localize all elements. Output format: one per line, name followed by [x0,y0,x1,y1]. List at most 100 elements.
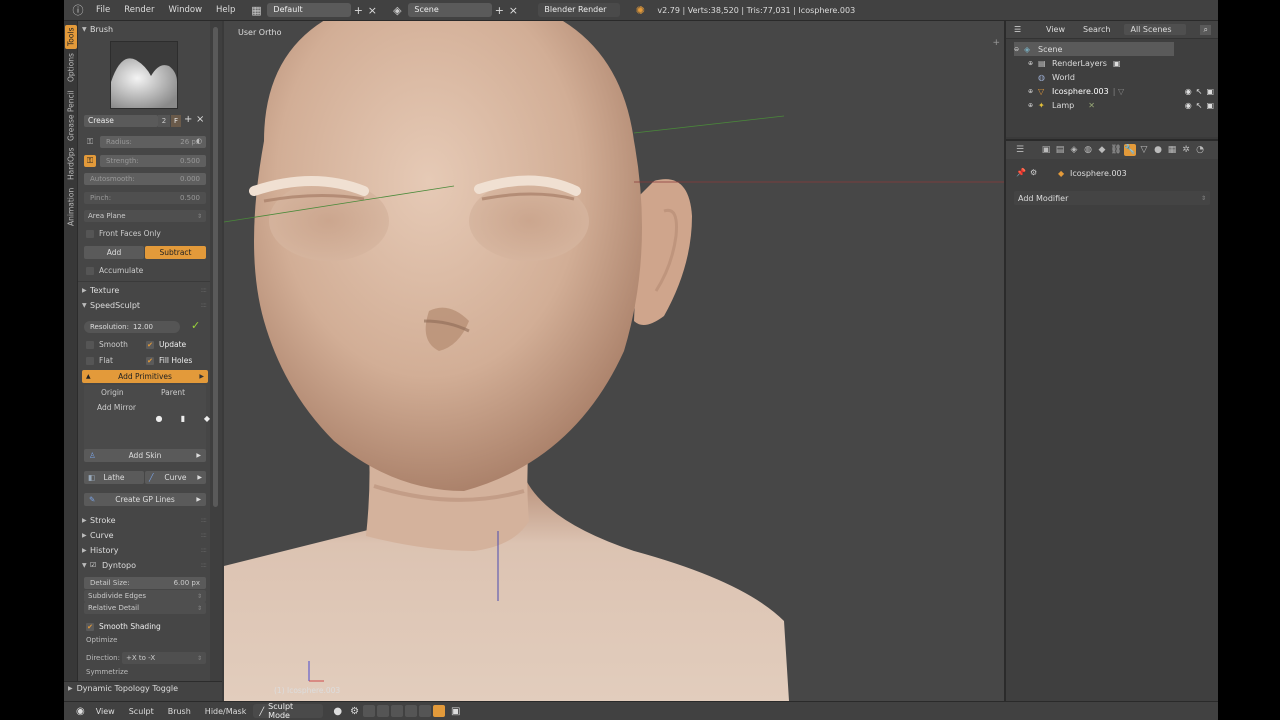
camera-icon[interactable]: ▣ [447,706,464,717]
grip-icon[interactable]: :::: [201,531,208,539]
resolution-field[interactable]: Resolution: 12.00 [84,321,180,333]
dyntopo-checkbox-icon[interactable]: ☑ [90,561,98,569]
panel-dyntopo-header[interactable]: ▼ ☑ Dyntopo :::: [82,559,207,571]
expand-icon[interactable]: ⊕ [1028,88,1038,95]
relative-detail-select[interactable]: Relative Detail ⇕ [84,602,206,614]
tab-grease-pencil[interactable]: Grease Pencil [65,89,77,143]
smooth-shading-checkbox[interactable]: ✔ Smooth Shading [86,622,161,631]
brush-name-field[interactable]: Crease [84,115,158,127]
3d-viewport[interactable]: User Ortho (1) Icosphere.003 + [224,21,1004,701]
outliner-filter-select[interactable]: All Scenes [1124,24,1187,35]
layer-button-3[interactable] [391,705,404,717]
render-layers-tab-icon[interactable]: ▤ [1054,144,1066,156]
select-arrow-icon[interactable]: ↖ [1196,87,1203,96]
tool-shelf-scrollbar[interactable] [210,21,222,681]
fake-user-button[interactable]: F [171,115,181,127]
panel-speedsculpt-header[interactable]: ▼ SpeedSculpt :::: [82,299,208,311]
autosmooth-slider[interactable]: Autosmooth: 0.000 [84,173,206,185]
panel-brush-header[interactable]: ▼ Brush [82,23,206,35]
render-engine-select[interactable]: Blender Render [538,3,621,17]
data-tab-icon[interactable]: ▽ [1138,144,1150,156]
origin-checkbox[interactable]: Origin [88,388,124,397]
viewport-shading-icon[interactable]: ● [329,706,346,717]
area-split-plus-icon[interactable]: + [992,38,1000,48]
outliner-menu-view[interactable]: View [1046,25,1065,34]
remove-layout-button[interactable]: × [365,3,379,17]
modifiers-tab-icon[interactable]: 🔧 [1124,144,1136,156]
menu-render[interactable]: Render [117,5,161,15]
select-arrow-icon[interactable]: ↖ [1196,101,1203,110]
visibility-eye-icon[interactable]: ◉ [1185,87,1192,96]
render-icon[interactable]: ▣ [1113,59,1121,68]
particles-tab-icon[interactable]: ✲ [1180,144,1192,156]
check-icon[interactable]: ✓ [191,319,200,332]
add-layout-button[interactable]: + [351,3,365,17]
tab-animation[interactable]: Animation [65,185,77,229]
scrollbar-thumb[interactable] [213,27,218,507]
expand-icon[interactable]: ⊖ [1014,46,1024,53]
expand-icon[interactable]: ⊕ [1028,102,1038,109]
scene-field[interactable]: Scene [408,3,493,17]
outliner-menu-search[interactable]: Search [1083,25,1110,34]
menu-help[interactable]: Help [209,5,242,15]
fill-holes-checkbox[interactable]: ✔ Fill Holes [146,356,192,365]
flat-checkbox[interactable]: Flat [86,356,113,365]
parent-checkbox[interactable]: Parent [148,388,185,397]
menu-sculpt[interactable]: Sculpt [122,707,161,716]
scene-tab-icon[interactable]: ◈ [1068,144,1080,156]
front-faces-checkbox[interactable]: Front Faces Only [86,229,161,238]
render-camera-icon[interactable]: ▣ [1206,101,1214,110]
tab-options[interactable]: Options [65,51,77,85]
physics-tab-icon[interactable]: ◔ [1194,144,1206,156]
grip-icon[interactable]: :::: [201,286,208,294]
update-checkbox[interactable]: ✔ Update [146,340,186,349]
detail-size-slider[interactable]: Detail Size: 6.00 px [84,577,206,589]
add-scene-button[interactable]: + [492,3,506,17]
outliner-row-icosphere[interactable]: ⊕ ▽ Icosphere.003 | ▽ ◉ ↖ ▣ [1028,84,1218,98]
object-tab-icon[interactable]: ◆ [1096,144,1108,156]
add-button[interactable]: Add [84,246,144,259]
tab-hardops[interactable]: HardOps [65,147,77,181]
unlink-brush-button[interactable]: × [196,114,204,125]
search-icon[interactable]: ⌕ [1200,24,1211,35]
lathe-button[interactable]: ◧ Lathe [84,471,144,484]
add-skin-button[interactable]: ♙ Add Skin ▶ [84,449,206,462]
world-tab-icon[interactable]: ◍ [1082,144,1094,156]
menu-view[interactable]: View [89,707,122,716]
menu-window[interactable]: Window [162,5,210,15]
outliner-row-lamp[interactable]: ⊕ ✦ Lamp ✕ ◉ ↖ ▣ [1028,98,1218,112]
panel-history-header[interactable]: ▶ History :::: [82,544,207,556]
constraints-tab-icon[interactable]: ⛓ [1110,144,1122,156]
layout-field[interactable]: Default [267,3,352,17]
brush-preview[interactable] [110,41,178,109]
properties-editor-icon[interactable]: ☰ [1014,144,1026,156]
new-brush-button[interactable]: + [184,114,192,125]
render-preview-icon[interactable] [433,705,446,717]
outliner-row-renderlayers[interactable]: ⊕ ▤ RenderLayers ▣ [1028,56,1218,70]
grip-icon[interactable]: :::: [201,301,208,309]
outliner-row-scene[interactable]: ⊖ ◈ Scene [1014,42,1174,56]
menu-brush[interactable]: Brush [161,707,198,716]
add-modifier-button[interactable]: Add Modifier ⇕ [1014,191,1210,205]
dynamic-topology-toggle-panel[interactable]: ▶ Dynamic Topology Toggle [68,684,178,693]
optimize-label[interactable]: Optimize [86,636,117,644]
pinch-slider[interactable]: Pinch: 0.500 [84,192,206,204]
outliner-editor-icon[interactable]: ☰ [1014,25,1028,34]
pin-icon[interactable]: 📌 [1016,168,1026,177]
outliner-row-world[interactable]: ◍ World [1038,70,1218,84]
tab-tools[interactable]: Tools [65,25,77,49]
radius-slider[interactable]: Radius: 26 px [100,136,206,148]
panel-texture-header[interactable]: ▶ Texture :::: [82,284,208,296]
primitive-cylinder-icon[interactable]: ▮ [178,413,188,423]
radius-lock-icon[interactable]: ⚿ [84,136,96,148]
grip-icon[interactable]: :::: [201,516,208,524]
layer-button-1[interactable] [363,705,376,717]
menu-file[interactable]: File [89,5,117,15]
add-mirror-checkbox[interactable]: Add Mirror [88,403,136,412]
symmetrize-button[interactable]: Symmetrize [86,668,128,676]
remove-scene-button[interactable]: × [506,3,520,17]
menu-hide-mask[interactable]: Hide/Mask [198,707,254,716]
mode-select[interactable]: ╱ Sculpt Mode [253,702,324,720]
screen-layout-icon[interactable]: ▦ [248,3,264,17]
strength-lock-icon[interactable]: ⚿ [84,155,96,167]
